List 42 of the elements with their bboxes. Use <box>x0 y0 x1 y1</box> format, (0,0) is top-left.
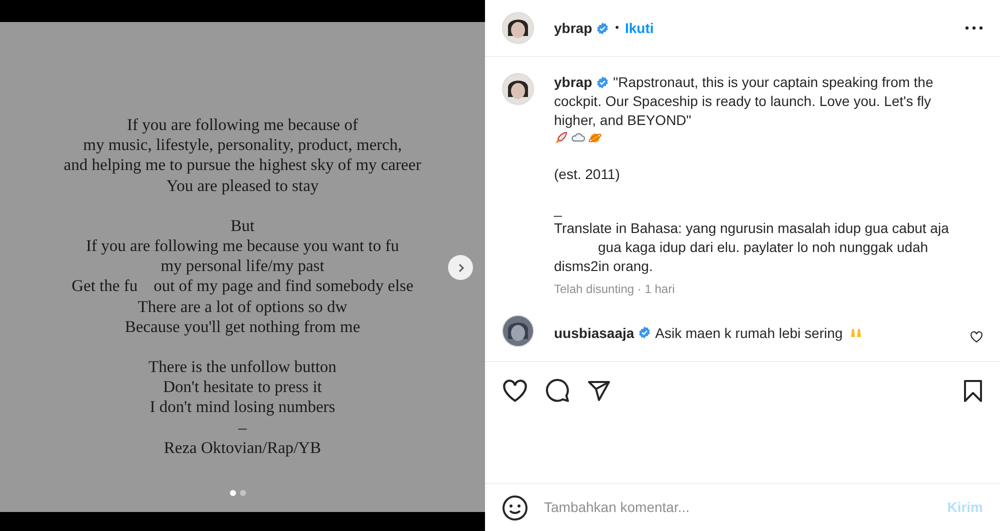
bookmark-icon[interactable] <box>963 378 983 402</box>
slide-text: If you are following me because of <box>127 115 358 136</box>
caption-text: ybrap "Rapstronaut, this is your captain speaking from the cockpit. Our Spaceship is ready to launch. Love you. Let's fly higher, and BEYOND" <box>554 73 934 130</box>
caption-text: gua kaga idup dari elu. paylater lo noh nunggak udah <box>597 238 930 257</box>
rocket-icon <box>554 131 568 145</box>
slide-text: my music, lifestyle, personality, product, merch, <box>83 135 402 156</box>
username[interactable]: uusbiasaaja <box>554 323 634 344</box>
separator: • <box>615 20 619 36</box>
heart-icon[interactable] <box>970 331 983 343</box>
caption-text: (est. 2011) <box>554 165 621 184</box>
comment-text: Asik maen k rumah lebi sering <box>655 324 843 343</box>
planet-icon <box>588 131 602 145</box>
slide-text: my personal life/my past <box>160 256 324 276</box>
send-icon[interactable] <box>587 380 611 402</box>
caption-text: disms2in orang. <box>554 257 654 276</box>
comment-input[interactable]: Tambahkan komentar... <box>544 497 948 518</box>
slide-text: – <box>238 418 247 438</box>
slide-text: and helping me to pursue the highest sky of my career <box>64 155 422 176</box>
slide-text: There are a lot of options so dw <box>138 296 348 317</box>
slide-text: out of my page and find somebody else <box>154 276 414 297</box>
caption-text: _ <box>554 200 563 219</box>
username[interactable]: ybrap <box>554 18 592 38</box>
slide-text: Get the fu <box>72 276 138 297</box>
slide-text: I don't mind losing numbers <box>150 397 336 418</box>
slide-text: If you are following me because you want to fu <box>86 236 399 256</box>
more-icon[interactable] <box>965 26 983 30</box>
avatar[interactable] <box>502 73 534 105</box>
cloud-icon <box>571 133 585 143</box>
slide-text: Reza Oktovian/Rap/YB <box>164 438 322 458</box>
post-meta: Telah disunting · 1 hari <box>554 281 676 298</box>
avatar[interactable] <box>502 315 534 347</box>
avatar[interactable] <box>502 12 534 44</box>
slide-text: Because you'll get nothing from me <box>124 316 360 338</box>
like-icon[interactable] <box>502 378 528 402</box>
slide-text: There is the unfollow button <box>148 357 336 378</box>
caption-text: Translate in Bahasa: yang ngurusin masalah idup gua cabut aja <box>554 219 950 238</box>
slide-text: You are pleased to stay <box>166 176 319 196</box>
emoji-icon[interactable] <box>502 494 528 520</box>
slide-text: Don't hesitate to press it <box>163 377 322 398</box>
comment-icon[interactable] <box>545 378 570 403</box>
slide-text: But <box>230 216 254 236</box>
next-button[interactable] <box>448 255 473 280</box>
